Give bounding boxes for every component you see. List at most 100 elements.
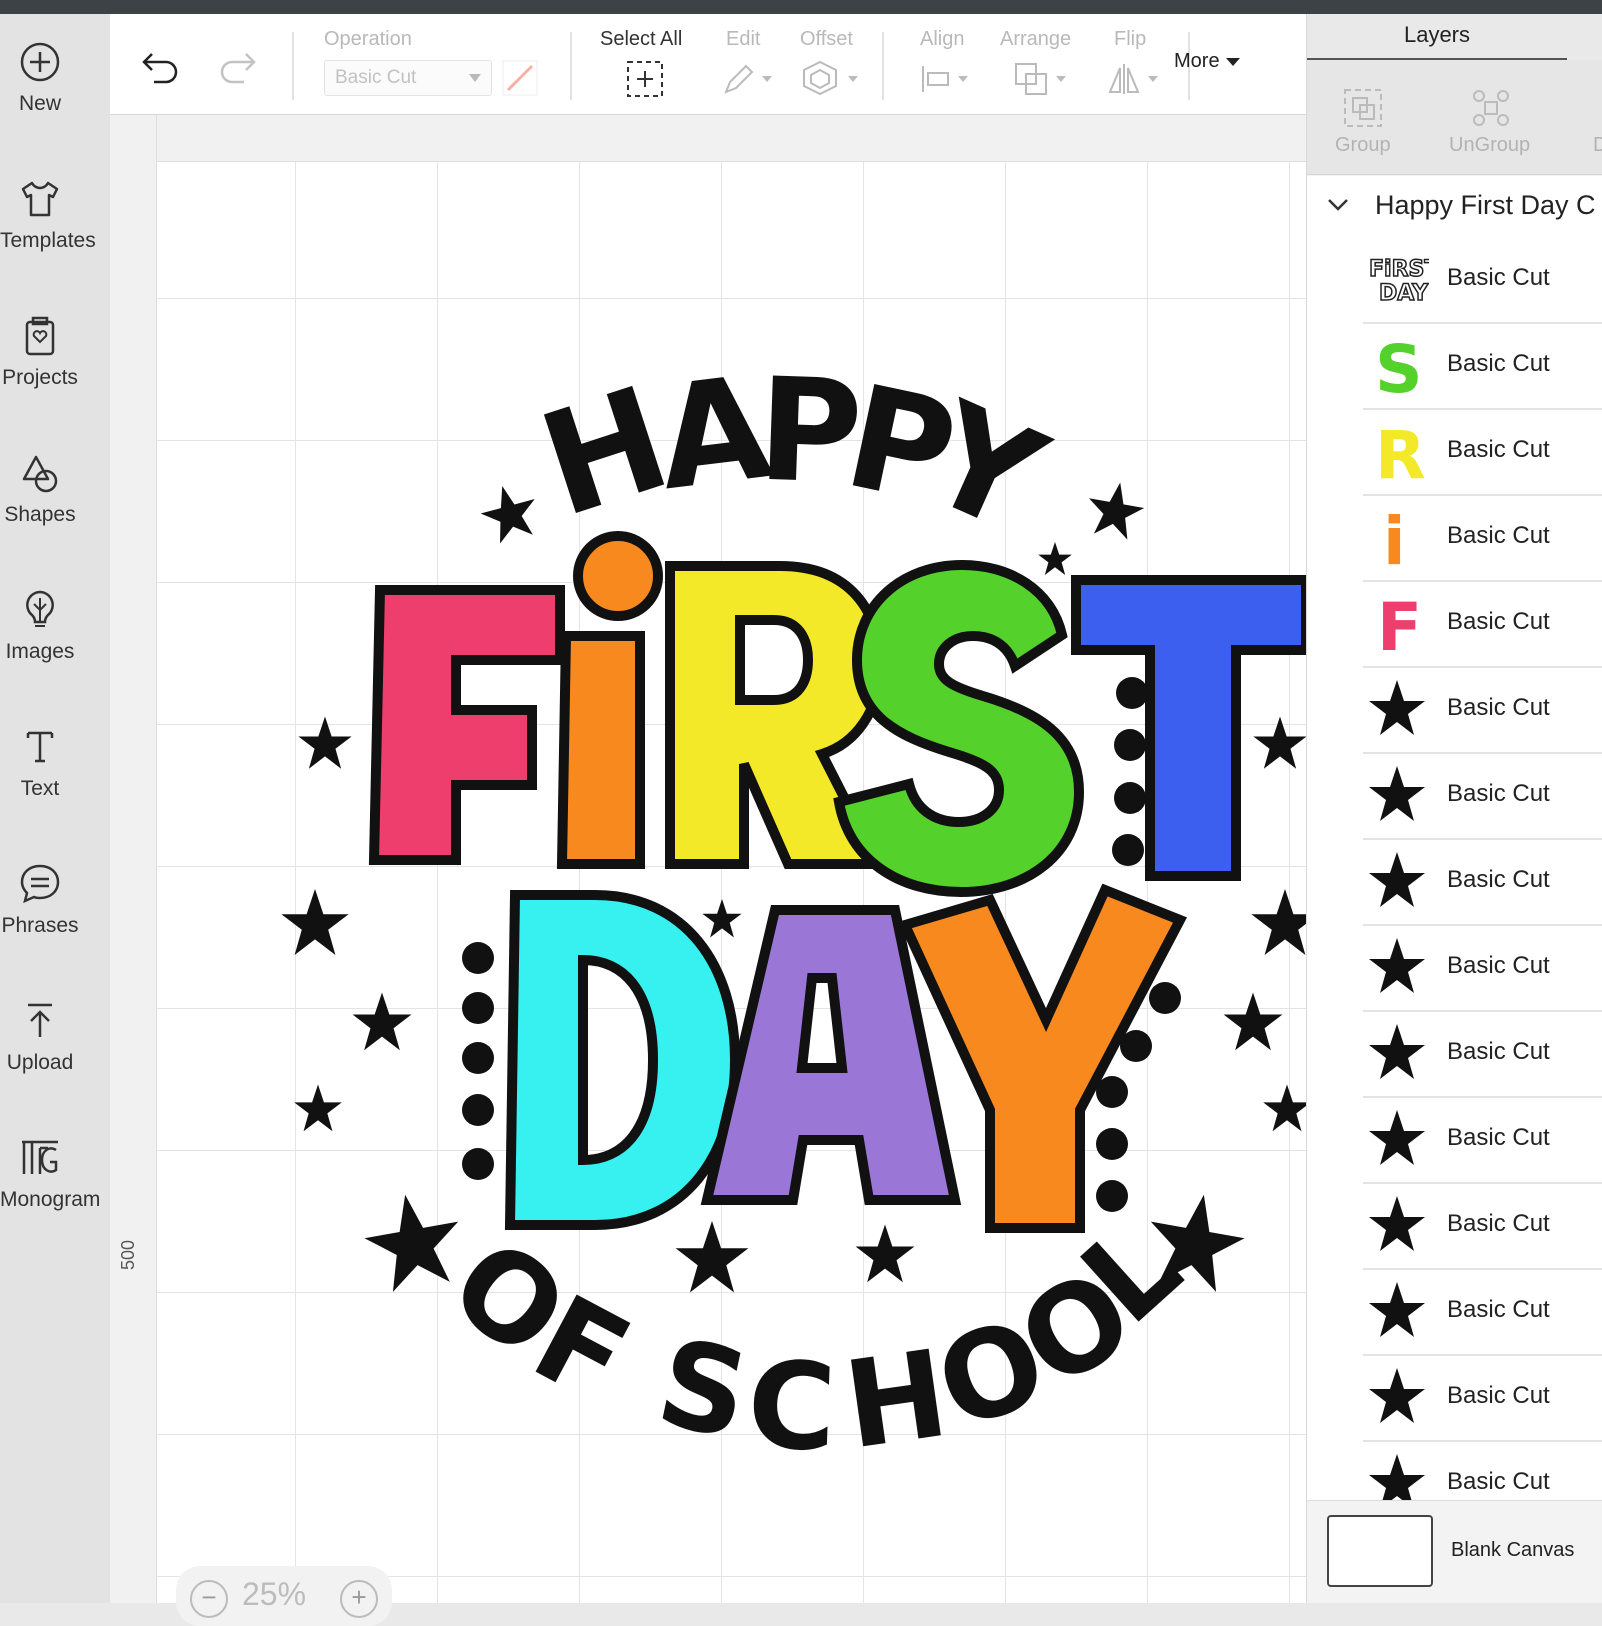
sidebar-item-shapes[interactable]: Shapes — [0, 451, 110, 571]
operation-select[interactable]: Basic Cut — [324, 60, 492, 96]
left-sidebar: New Templates Projects Shapes Images Tex… — [0, 14, 110, 1603]
select-all-button[interactable] — [626, 60, 664, 98]
more-label: More — [1174, 50, 1220, 72]
tab-layers[interactable]: Layers — [1307, 22, 1567, 48]
layer-name: Basic Cut — [1447, 866, 1550, 893]
blank-canvas-swatch[interactable] — [1327, 1515, 1433, 1587]
toolbar-divider — [292, 32, 294, 100]
pen-color-swatch-icon[interactable] — [502, 60, 538, 96]
flip-button[interactable] — [1106, 60, 1166, 98]
design-canvas[interactable]: H A P P Y O F S C H O O L — [157, 162, 1306, 1603]
letter-t — [1071, 575, 1306, 881]
layer-row[interactable]: Basic Cut — [1363, 668, 1602, 754]
layers-tab-bar: Layers — [1307, 14, 1602, 60]
sidebar-item-upload[interactable]: Upload — [0, 999, 110, 1119]
group-label: Group — [1335, 134, 1391, 156]
sidebar-item-text[interactable]: Text — [0, 725, 110, 845]
offset-label: Offset — [800, 28, 853, 50]
flip-label: Flip — [1114, 28, 1147, 50]
letter-i-dot — [573, 531, 663, 621]
layer-row[interactable]: Basic Cut — [1363, 1184, 1602, 1270]
layer-name: Basic Cut — [1447, 1038, 1550, 1065]
svg-text:DAY: DAY — [1379, 281, 1429, 306]
layer-row[interactable]: Basic Cut — [1363, 840, 1602, 926]
sidebar-item-phrases[interactable]: Phrases — [0, 862, 110, 982]
dot — [1114, 729, 1146, 761]
sidebar-item-monogram[interactable]: Monogram — [0, 1136, 110, 1256]
of-school-letter: S — [647, 1313, 760, 1467]
layer-group-header[interactable]: Happy First Day C — [1307, 176, 1602, 238]
star-thumbnail — [1369, 680, 1425, 735]
dot — [1112, 834, 1144, 866]
layer-list: FiRST DAY Basic Cut S Basic Cut R Basic … — [1307, 238, 1602, 1500]
star — [294, 1084, 342, 1132]
arrange-button[interactable] — [1014, 62, 1074, 96]
dot — [1096, 1076, 1128, 1108]
dot — [1114, 782, 1146, 814]
star-thumbnail — [1369, 1024, 1425, 1079]
more-button[interactable]: More — [1174, 50, 1241, 73]
layer-name: Basic Cut — [1447, 1124, 1550, 1151]
star — [298, 716, 352, 769]
edit-button[interactable] — [720, 62, 776, 96]
operation-value: Basic Cut — [335, 67, 417, 88]
sidebar-label-templates: Templates — [0, 229, 96, 252]
sidebar-label-new: New — [18, 92, 61, 115]
plus-circle-icon — [20, 42, 60, 82]
day-text-group — [504, 883, 1188, 1233]
sidebar-item-images[interactable]: Images — [0, 588, 110, 708]
layer-row[interactable]: S Basic Cut — [1363, 324, 1602, 410]
layer-row[interactable]: Basic Cut — [1363, 754, 1602, 840]
dot — [1116, 677, 1148, 709]
layer-name: Basic Cut — [1447, 1296, 1550, 1323]
toolbar-divider — [570, 32, 572, 100]
partial-tool-label: D — [1593, 134, 1602, 157]
first-day-thumbnail: FiRST DAY — [1368, 256, 1429, 307]
layer-name: Basic Cut — [1447, 608, 1550, 635]
layer-group-name: Happy First Day C — [1375, 190, 1596, 220]
layer-row[interactable]: i Basic Cut — [1363, 496, 1602, 582]
svg-text:i: i — [1383, 504, 1406, 572]
layer-row[interactable]: Basic Cut — [1363, 1442, 1602, 1500]
layer-row[interactable]: Basic Cut — [1363, 1098, 1602, 1184]
zoom-in-button[interactable]: + — [340, 1580, 378, 1618]
align-label: Align — [920, 28, 965, 50]
sidebar-label-phrases: Phrases — [1, 914, 79, 937]
top-toolbar: Operation Basic Cut Select All Edit Offs… — [110, 14, 1306, 115]
of-school-letter: C — [745, 1337, 838, 1479]
artwork-first-day-of-school[interactable]: H A P P Y O F S C H O O L — [157, 162, 1306, 1603]
ungroup-icon[interactable] — [1471, 88, 1511, 128]
layer-row[interactable]: Basic Cut — [1363, 1270, 1602, 1356]
layer-row[interactable]: FiRST DAY Basic Cut — [1363, 238, 1602, 324]
layer-row[interactable]: Basic Cut — [1363, 1356, 1602, 1442]
tshirt-icon — [21, 181, 59, 217]
chevron-down-icon[interactable] — [1327, 196, 1349, 214]
svg-text:FiRST: FiRST — [1369, 257, 1429, 282]
layer-row[interactable]: Basic Cut — [1363, 1012, 1602, 1098]
sidebar-item-templates[interactable]: Templates — [0, 177, 110, 297]
star-thumbnail — [1369, 1110, 1425, 1165]
undo-icon[interactable] — [140, 50, 184, 86]
layer-row[interactable]: R Basic Cut — [1363, 410, 1602, 496]
happy-text-group: H A P P Y — [523, 345, 1067, 565]
align-button[interactable] — [920, 64, 976, 94]
zoom-out-button[interactable]: − — [190, 1580, 228, 1618]
svg-text:R: R — [1375, 418, 1426, 486]
redo-icon[interactable] — [214, 50, 258, 86]
star-thumbnail — [1369, 1196, 1425, 1251]
sidebar-item-new[interactable]: New — [0, 40, 110, 160]
layer-row[interactable]: F Basic Cut — [1363, 582, 1602, 668]
layer-name: Basic Cut — [1447, 350, 1550, 377]
sidebar-label-upload: Upload — [6, 1051, 74, 1074]
group-icon[interactable] — [1343, 88, 1383, 128]
layer-row[interactable]: Basic Cut — [1363, 926, 1602, 1012]
layers-panel: Layers Group UnGroup D Happy First Day C… — [1306, 14, 1602, 1603]
sidebar-item-projects[interactable]: Projects — [0, 314, 110, 434]
offset-button[interactable] — [802, 60, 864, 98]
layer-name: Basic Cut — [1447, 264, 1550, 291]
sidebar-label-shapes: Shapes — [4, 503, 76, 526]
star-thumbnail — [1369, 1368, 1425, 1423]
blank-canvas-row[interactable]: Blank Canvas — [1307, 1500, 1602, 1603]
upload-icon — [28, 1003, 52, 1037]
i-letter-thumbnail: i — [1383, 504, 1406, 572]
